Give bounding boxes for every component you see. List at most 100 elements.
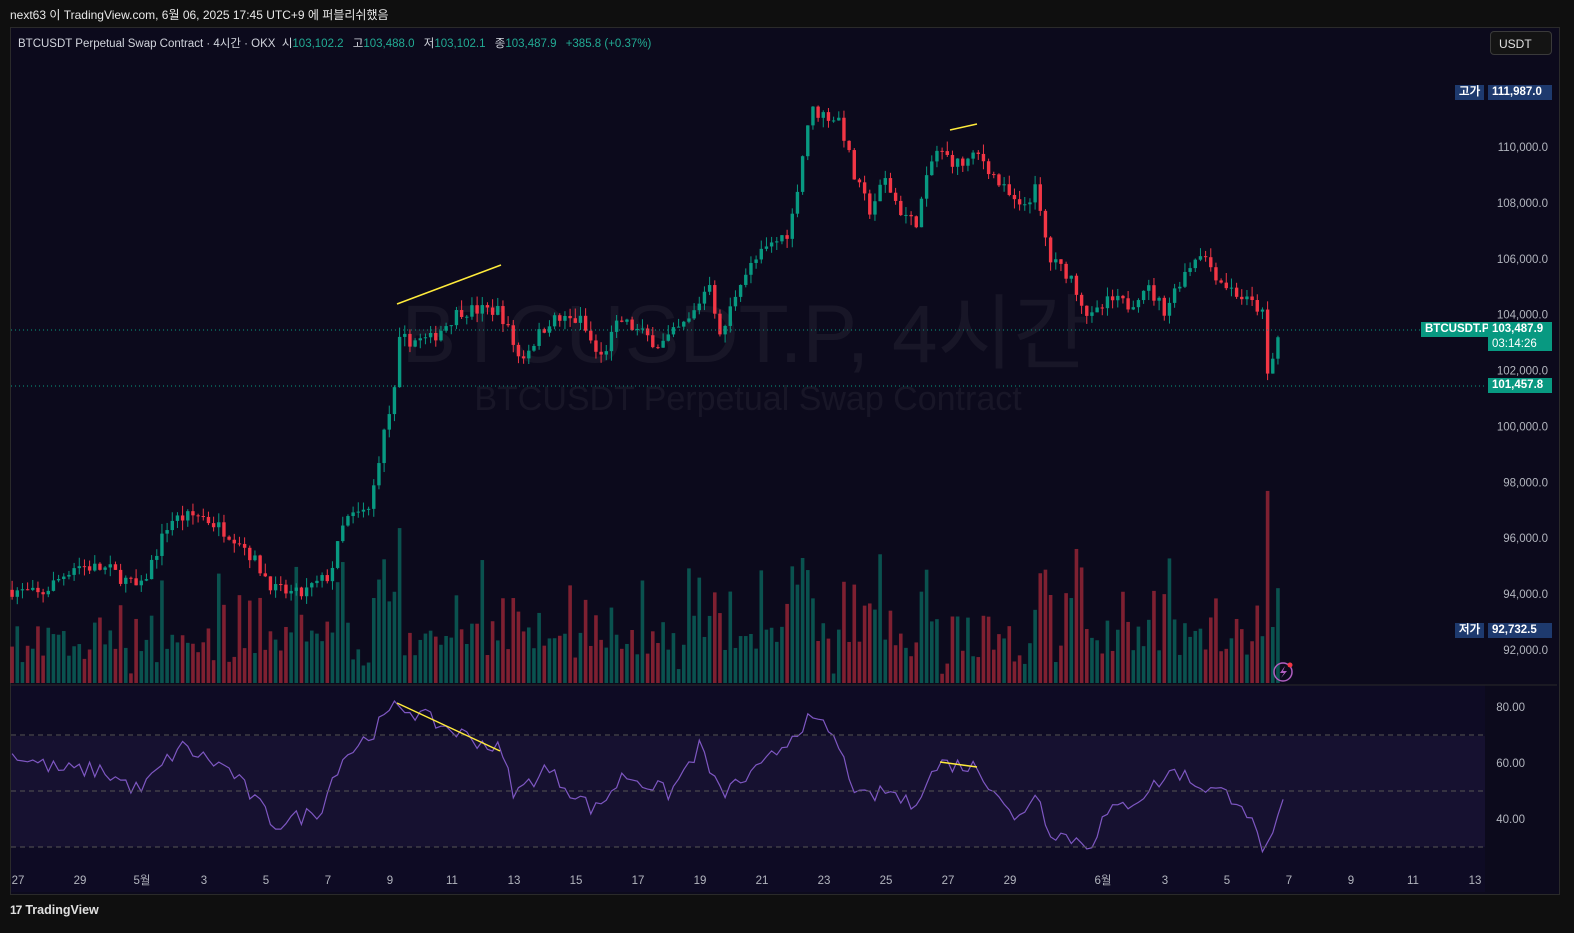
volume-bar — [113, 648, 118, 683]
candle-body — [25, 589, 30, 591]
volume-bar — [547, 638, 552, 683]
high-value: 103,488.0 — [363, 38, 415, 50]
candle-body — [754, 259, 758, 263]
volume-bar — [619, 648, 624, 683]
candle-body — [1224, 282, 1228, 289]
volume-bar — [41, 655, 45, 683]
volume-bar — [490, 621, 495, 683]
candle-body — [842, 117, 846, 141]
candle-body — [1214, 267, 1218, 281]
volume-bar — [955, 616, 960, 683]
candle-body — [1048, 237, 1053, 263]
footer-brand[interactable]: 17 TradingView — [10, 903, 99, 917]
volume-bar — [563, 633, 567, 683]
candle-body — [1271, 358, 1275, 374]
volume-bar — [309, 630, 314, 683]
candle-body — [284, 584, 288, 594]
candle-body — [242, 543, 247, 548]
candle-body — [1033, 184, 1037, 203]
candle-body — [361, 509, 366, 512]
tradingview-logo-icon: 17 — [10, 903, 22, 917]
candle-body — [428, 332, 433, 338]
volume-bar — [1017, 655, 1022, 683]
close-value: 103,487.9 — [505, 38, 557, 50]
candle-body — [1162, 297, 1166, 316]
volume-bar — [278, 650, 283, 683]
candle-body — [914, 216, 918, 228]
volume-bar — [253, 653, 257, 683]
volume-bar — [718, 613, 722, 683]
volume-bar — [325, 621, 330, 683]
volume-bar — [743, 636, 748, 683]
candle-body — [206, 516, 211, 524]
candle-body — [527, 350, 531, 359]
candle-body — [149, 559, 154, 580]
candle-body — [780, 235, 784, 242]
candle-body — [878, 184, 882, 202]
price-axis[interactable]: 92,000.0 94,000.0 96,000.0 98,000.0 100,000.… — [1497, 142, 1548, 657]
candle-body — [346, 516, 350, 526]
candle-body — [175, 515, 180, 521]
candle-body — [134, 578, 138, 586]
volume-bar — [444, 636, 448, 683]
candle-body — [1240, 296, 1244, 300]
candle-body — [10, 589, 14, 597]
volume-bar — [1250, 641, 1254, 683]
volume-bar — [883, 639, 888, 683]
candle-body — [749, 262, 753, 275]
candle-body — [775, 241, 779, 243]
volume-bar — [1084, 629, 1089, 683]
price-tick-label: 96,000.0 — [1503, 533, 1548, 545]
candle-body — [981, 153, 986, 162]
candle-body — [924, 175, 929, 199]
candle-body — [1131, 307, 1135, 310]
brand-text: TradingView — [25, 903, 99, 917]
rsi-axis[interactable]: 40.00 60.00 80.00 — [1496, 702, 1525, 826]
time-tick-label: 19 — [694, 875, 707, 887]
volume-bar — [175, 642, 180, 683]
candle-body — [470, 305, 474, 317]
price-tick-label: 98,000.0 — [1503, 477, 1548, 489]
candle-body — [837, 117, 841, 121]
chart-canvas[interactable]: BTCUSDT.P, 4시간 BTCUSDT Perpetual Swap Co… — [0, 0, 1574, 933]
candle-body — [940, 150, 944, 152]
time-tick-label: 7 — [1286, 875, 1292, 887]
volume-bar — [1245, 654, 1249, 683]
rsi-tick-label: 40.00 — [1496, 814, 1525, 826]
candle-body — [320, 575, 324, 581]
volume-bar — [960, 650, 965, 683]
candle-body — [41, 592, 45, 595]
candle-body — [232, 539, 236, 544]
volume-bar — [351, 659, 355, 683]
volume-bar — [413, 655, 417, 683]
volume-bar — [366, 662, 371, 683]
volume-bar — [335, 582, 340, 683]
volume-bar — [552, 638, 557, 683]
volume-bar — [1276, 588, 1280, 683]
candle-body — [682, 321, 686, 327]
candle-body — [155, 555, 159, 560]
candle-body — [397, 336, 402, 388]
candle-body — [160, 533, 164, 556]
candle-body — [1260, 309, 1265, 312]
candle-body — [795, 191, 800, 214]
volume-bar — [924, 569, 929, 683]
low-label: 저 — [423, 38, 435, 50]
candle-body — [1203, 256, 1208, 258]
candle-body — [558, 315, 562, 321]
candle-body — [217, 522, 221, 528]
currency-button[interactable]: USDT — [1490, 31, 1552, 55]
candle-body — [635, 328, 639, 331]
price-tick-label: 106,000.0 — [1497, 254, 1548, 266]
candle-body — [20, 589, 25, 591]
volume-bar — [878, 554, 882, 683]
candle-body — [108, 564, 112, 568]
candle-body — [165, 530, 169, 534]
symbol-title[interactable]: BTCUSDT Perpetual Swap Contract · 4시간 · … — [18, 38, 275, 50]
volume-bar — [1203, 649, 1208, 683]
candle-body — [661, 340, 665, 348]
trendline-price-2[interactable] — [949, 123, 978, 131]
candle-body — [826, 112, 831, 121]
candle-body — [351, 512, 355, 517]
candle-body — [129, 577, 133, 579]
